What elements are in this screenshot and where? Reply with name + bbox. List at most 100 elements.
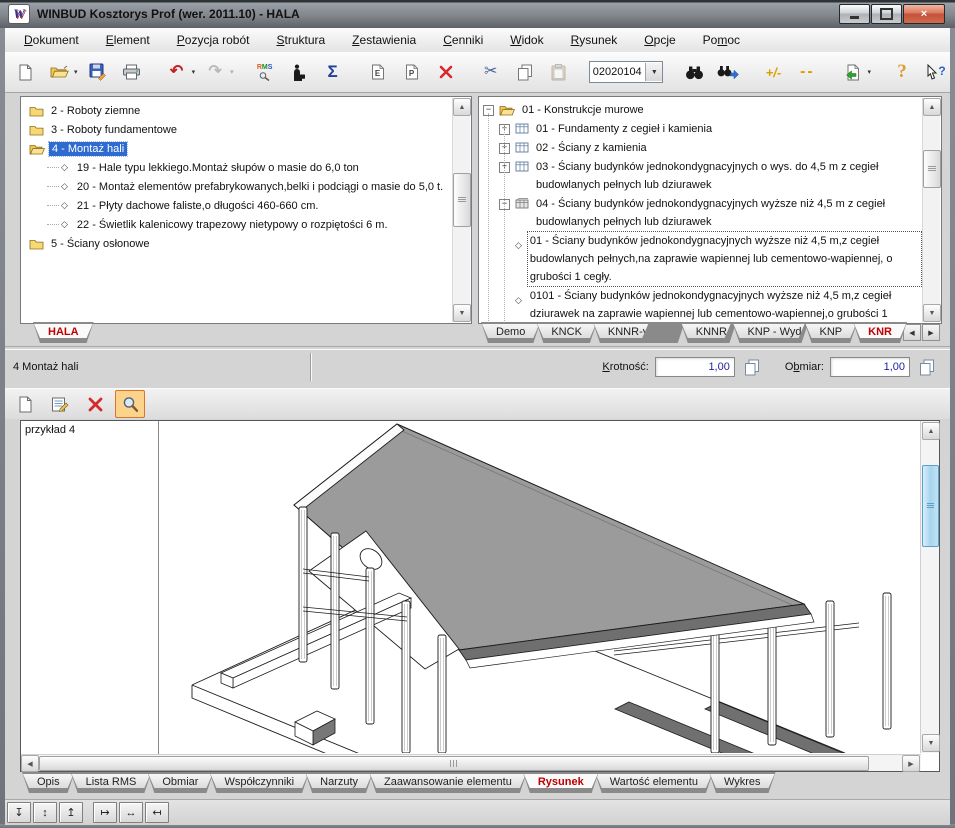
scrollbar-thumb[interactable] <box>922 465 939 547</box>
minimize-button[interactable] <box>839 4 870 24</box>
dock-bottom-button[interactable]: ↧ <box>7 802 31 823</box>
catalog-tree-item[interactable]: −04 - Ściany budynków jednokondygnacyjny… <box>483 194 921 231</box>
scroll-up-icon[interactable]: ▲ <box>923 98 941 116</box>
tabs-scroll-right-button[interactable]: ▶ <box>922 324 940 341</box>
tab-hala[interactable]: HALA <box>33 322 94 343</box>
delete-drawing-button[interactable] <box>80 390 110 418</box>
cut-button[interactable]: ✂ <box>477 57 505 87</box>
import-dropdown-button[interactable]: ▾ <box>867 68 871 76</box>
catalog-tree-item[interactable]: ◇01 - Ściany budynków jednokondygnacyjny… <box>483 231 921 286</box>
tab-knck[interactable]: KNCK <box>536 322 597 343</box>
tree-item[interactable]: 4 - Montaż hali <box>21 139 471 158</box>
save-button[interactable] <box>84 57 112 87</box>
menu-cenniki[interactable]: Cenniki <box>435 30 491 50</box>
position-document-button[interactable]: P <box>398 57 426 87</box>
dock-left-button[interactable]: ↤ <box>145 802 169 823</box>
element-document-button[interactable]: E <box>364 57 392 87</box>
krotnosc-copy-button[interactable] <box>741 356 763 378</box>
scroll-up-icon[interactable]: ▲ <box>453 98 471 116</box>
scroll-left-icon[interactable]: ◀ <box>21 755 39 772</box>
tree-item[interactable]: 3 - Roboty fundamentowe <box>21 120 471 139</box>
help-button[interactable]: ? <box>888 57 916 87</box>
obmiar-copy-button[interactable] <box>916 356 938 378</box>
paste-button[interactable] <box>545 57 573 87</box>
tab-opis[interactable]: Opis <box>22 772 75 793</box>
combobox-dropdown-icon[interactable]: ▼ <box>645 63 662 81</box>
tab-wykres[interactable]: Wykres <box>709 772 776 793</box>
tab-zaawansowanie-elementu[interactable]: Zaawansowanie elementu <box>369 772 527 793</box>
obmiar-input[interactable]: 1,00 <box>830 357 910 377</box>
find-next-button[interactable] <box>714 57 742 87</box>
context-help-button[interactable]: ? <box>922 57 950 87</box>
rms-search-button[interactable]: RMS <box>251 57 279 87</box>
menu-element[interactable]: Element <box>98 30 158 50</box>
tab-knp-wyd-ii[interactable]: KNP - Wyd. II <box>732 322 808 343</box>
tab-demo[interactable]: Demo <box>481 322 540 343</box>
drawing-list-item[interactable]: przykład 4 <box>21 421 158 439</box>
plus-minus-button[interactable]: +/- <box>759 57 787 87</box>
tab-rysunek[interactable]: Rysunek <box>523 772 599 793</box>
tab-knnr-y[interactable]: KNNR-y <box>681 322 737 343</box>
menu-zestawienia[interactable]: Zestawienia <box>344 30 424 50</box>
menu-pozycja-rob-t[interactable]: Pozycja robót <box>169 30 258 50</box>
title-bar[interactable]: W WINBUD Kosztorys Prof (wer. 2011.10) -… <box>0 0 955 28</box>
catalog-tree-item[interactable]: ◇0101 - Ściany budynków jednokondygnacyj… <box>483 286 921 324</box>
tab-knp[interactable]: KNP <box>805 322 858 343</box>
tabs-scroll-left-button[interactable]: ◀ <box>903 324 921 341</box>
redo-button[interactable]: ↷ <box>201 57 229 87</box>
krotnosc-input[interactable]: 1,00 <box>655 357 735 377</box>
open-dropdown-button[interactable]: ▾ <box>74 68 78 76</box>
tree-item[interactable]: ◇21 - Płyty dachowe faliste,o długości 4… <box>21 196 471 215</box>
edit-drawing-button[interactable] <box>45 390 75 418</box>
scrollbar-thumb[interactable] <box>39 756 869 771</box>
dashes-button[interactable]: -- <box>793 57 821 87</box>
open-document-button[interactable] <box>45 57 73 87</box>
scroll-down-icon[interactable]: ▼ <box>453 304 471 322</box>
import-document-button[interactable] <box>838 57 866 87</box>
employee-button[interactable] <box>285 57 313 87</box>
undo-button[interactable]: ↶ <box>163 57 191 87</box>
print-button[interactable] <box>118 57 146 87</box>
find-button[interactable] <box>680 57 708 87</box>
tab-knnr-y-errata[interactable]: KNNR-y ERRATA <box>593 322 685 343</box>
tree-item[interactable]: ◇20 - Montaż elementów prefabrykowanych,… <box>21 177 471 196</box>
dock-top-button[interactable]: ↥ <box>59 802 83 823</box>
delete-button[interactable] <box>432 57 460 87</box>
undo-dropdown-button[interactable]: ▾ <box>192 68 196 76</box>
new-document-button[interactable] <box>11 57 39 87</box>
menu-opcje[interactable]: Opcje <box>636 30 683 50</box>
catalog-tree-item[interactable]: +01 - Fundamenty z cegieł i kamienia <box>483 119 921 138</box>
menu-rysunek[interactable]: Rysunek <box>563 30 626 50</box>
tree-item[interactable]: ◇22 - Świetlik kalenicowy trapezowy niet… <box>21 215 471 234</box>
menu-dokument[interactable]: Dokument <box>16 30 87 50</box>
drawing-horizontal-scrollbar[interactable]: ◀ ▶ <box>21 754 921 771</box>
scroll-down-icon[interactable]: ▼ <box>922 734 940 752</box>
dock-right-button[interactable]: ↦ <box>93 802 117 823</box>
catalog-tree-item[interactable]: +03 - Ściany budynków jednokondygnacyjny… <box>483 157 921 194</box>
tab-lista-rms[interactable]: Lista RMS <box>71 772 152 793</box>
tab-wsp-czynniki[interactable]: Współczynniki <box>209 772 309 793</box>
split-horizontal-button[interactable]: ↔ <box>119 802 143 823</box>
scroll-down-icon[interactable]: ▼ <box>923 304 941 322</box>
tree-item[interactable]: 5 - Ściany osłonowe <box>21 234 471 253</box>
right-tree-scrollbar[interactable]: ▲ ▼ <box>922 98 940 322</box>
tab-obmiar[interactable]: Obmiar <box>147 772 213 793</box>
split-vertical-button[interactable]: ↕ <box>33 802 57 823</box>
scrollbar-thumb[interactable] <box>923 150 941 188</box>
new-drawing-button[interactable] <box>10 390 40 418</box>
menu-struktura[interactable]: Struktura <box>268 30 333 50</box>
menu-widok[interactable]: Widok <box>502 30 551 50</box>
left-tree-scrollbar[interactable]: ▲ ▼ <box>452 98 470 322</box>
tab-knr[interactable]: KNR <box>853 322 907 343</box>
catalog-tree-item[interactable]: −01 - Konstrukcje murowe <box>483 100 921 119</box>
sum-button[interactable]: Σ <box>319 57 347 87</box>
drawing-vertical-scrollbar[interactable]: ▲ ▼ <box>920 421 939 753</box>
copy-button[interactable] <box>511 57 539 87</box>
tree-item[interactable]: ◇19 - Hale typu lekkiego.Montaż słupów o… <box>21 158 471 177</box>
maximize-button[interactable] <box>871 4 902 24</box>
tab-warto-elementu[interactable]: Wartość elementu <box>595 772 713 793</box>
zoom-button[interactable] <box>115 390 145 418</box>
scroll-up-icon[interactable]: ▲ <box>922 422 940 440</box>
code-combobox[interactable]: 02020104 ▼ <box>589 61 664 83</box>
redo-dropdown-button[interactable]: ▾ <box>230 68 234 76</box>
